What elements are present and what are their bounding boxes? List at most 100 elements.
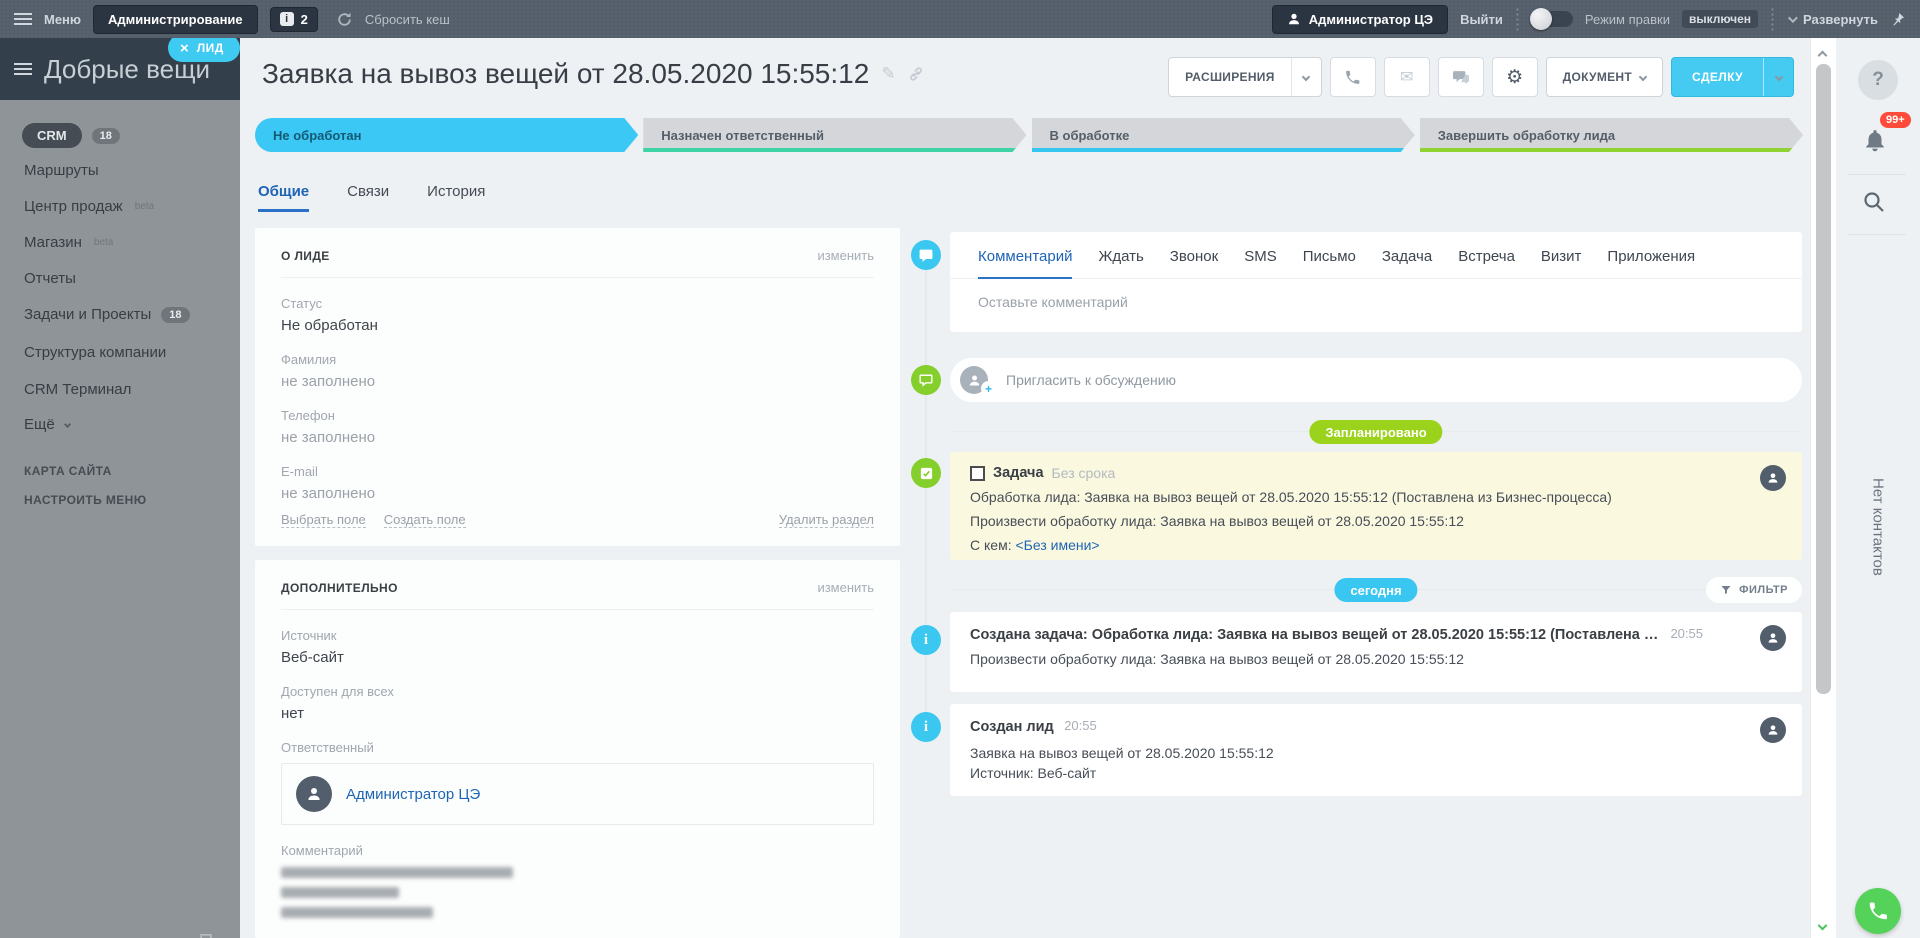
edit-section-link[interactable]: изменить bbox=[817, 580, 874, 595]
edit-section-link[interactable]: изменить bbox=[817, 248, 874, 263]
responsible-user-box[interactable]: Администратор ЦЭ bbox=[281, 763, 874, 825]
with-whom-link[interactable]: <Без имени> bbox=[1015, 537, 1099, 553]
document-button[interactable]: ДОКУМЕНТ bbox=[1546, 57, 1663, 97]
topbar: Меню Администрирование i 2 Сбросить кеш … bbox=[0, 0, 1920, 38]
history-time: 20:55 bbox=[1670, 626, 1703, 641]
field-value-lastname[interactable]: не заполнено bbox=[281, 373, 874, 390]
history-line: Заявка на вывоз вещей от 28.05.2020 15:5… bbox=[970, 745, 1782, 761]
responsible-user-link[interactable]: Администратор ЦЭ bbox=[346, 786, 480, 803]
logout-link[interactable]: Выйти bbox=[1460, 12, 1503, 27]
scroll-up-arrow[interactable] bbox=[1819, 46, 1826, 64]
edit-title-icon[interactable]: ✎ bbox=[881, 64, 895, 84]
scrollbar[interactable] bbox=[1810, 38, 1836, 938]
sidebar-item-sales-center[interactable]: Центр продажbeta bbox=[24, 198, 154, 215]
divider bbox=[1770, 7, 1776, 31]
tab-history[interactable]: История bbox=[427, 183, 485, 212]
history-title: Создан лид bbox=[970, 719, 1054, 735]
search-icon[interactable] bbox=[1862, 190, 1886, 214]
tl-tab-letter[interactable]: Письмо bbox=[1303, 248, 1356, 278]
sidebar-item-reports[interactable]: Отчеты bbox=[24, 270, 76, 287]
task-link[interactable]: Обработка лида: Заявка на вывоз вещей от… bbox=[970, 489, 1782, 505]
edit-mode-toggle[interactable] bbox=[1533, 11, 1573, 27]
field-value-source[interactable]: Веб-сайт bbox=[281, 649, 874, 666]
planned-badge: Запланировано bbox=[1309, 420, 1442, 444]
field-label: Источник bbox=[281, 628, 874, 643]
close-icon[interactable]: × bbox=[180, 41, 189, 56]
reset-cache-label[interactable]: Сбросить кеш bbox=[365, 12, 450, 27]
speech-bubble-icon bbox=[919, 374, 933, 387]
refresh-icon[interactable] bbox=[336, 11, 353, 28]
current-user-button[interactable]: Администратор ЦЭ bbox=[1272, 5, 1448, 34]
menu-label[interactable]: Меню bbox=[44, 12, 81, 27]
call-button[interactable] bbox=[1330, 57, 1376, 97]
field-value-email[interactable]: не заполнено bbox=[281, 485, 874, 502]
history-info-icon: i bbox=[911, 625, 941, 655]
chat-button[interactable] bbox=[1438, 57, 1484, 97]
sidebar-item-company-structure[interactable]: Структура компании bbox=[24, 344, 166, 361]
invite-to-discussion-input[interactable]: + Пригласить к обсуждению bbox=[950, 358, 1802, 402]
sidebar-item-routes[interactable]: Маршруты bbox=[24, 162, 99, 179]
create-field-link[interactable]: Создать поле bbox=[384, 512, 466, 528]
tl-tab-meeting[interactable]: Встреча bbox=[1458, 248, 1515, 278]
lead-slider-badge[interactable]: × лид bbox=[168, 34, 240, 62]
task-checkbox[interactable] bbox=[970, 466, 985, 481]
task-with-whom: С кем: <Без имени> bbox=[970, 537, 1782, 553]
email-button[interactable]: ✉ bbox=[1384, 57, 1430, 97]
sidebar-item-crm[interactable]: CRM 18 bbox=[22, 123, 120, 148]
field-label: Фамилия bbox=[281, 352, 874, 367]
delete-section-link[interactable]: Удалить раздел bbox=[779, 512, 874, 528]
comment-input[interactable]: Оставьте комментарий bbox=[950, 279, 1802, 328]
sidebar-item-shop[interactable]: Магазинbeta bbox=[24, 234, 113, 251]
call-action-button[interactable] bbox=[1855, 888, 1901, 934]
history-line: Источник: Веб-сайт bbox=[970, 765, 1782, 781]
today-separator: сегодня ФИЛЬТР bbox=[950, 578, 1802, 602]
tl-tab-sms[interactable]: SMS bbox=[1244, 248, 1277, 278]
stage-responsible-assigned[interactable]: Назначен ответственный bbox=[643, 118, 1026, 152]
scroll-down-arrow[interactable] bbox=[1819, 916, 1826, 934]
field-value-phone[interactable]: не заполнено bbox=[281, 429, 874, 446]
expand-control[interactable]: Развернуть bbox=[1788, 12, 1878, 27]
filter-button[interactable]: ФИЛЬТР bbox=[1706, 577, 1802, 603]
task-deadline: Без срока bbox=[1052, 465, 1116, 481]
copy-link-icon[interactable] bbox=[908, 66, 924, 82]
tl-tab-visit[interactable]: Визит bbox=[1541, 248, 1582, 278]
timeline-tabs: Комментарий Ждать Звонок SMS Письмо Зада… bbox=[950, 232, 1802, 279]
settings-button[interactable]: ⚙ bbox=[1492, 57, 1538, 97]
select-field-link[interactable]: Выбрать поле bbox=[281, 512, 366, 528]
sidebar-hamburger-icon[interactable] bbox=[14, 63, 32, 75]
invite-timeline-icon bbox=[911, 365, 941, 395]
tab-general[interactable]: Общие bbox=[258, 183, 309, 212]
tl-tab-wait[interactable]: Ждать bbox=[1098, 248, 1143, 278]
tl-tab-comment[interactable]: Комментарий bbox=[978, 248, 1072, 279]
scrollbar-thumb[interactable] bbox=[1816, 64, 1831, 694]
history-link[interactable]: Произвести обработку лида: Заявка на выв… bbox=[970, 651, 1782, 667]
tab-links[interactable]: Связи bbox=[347, 183, 389, 212]
stage-in-progress[interactable]: В обработке bbox=[1032, 118, 1415, 152]
bell-icon[interactable] bbox=[1862, 128, 1888, 154]
avatar bbox=[296, 776, 332, 812]
notifications-badge[interactable]: 99+ bbox=[1880, 112, 1911, 128]
extensions-button[interactable]: РАСШИРЕНИЯ bbox=[1168, 57, 1322, 97]
stage-not-processed[interactable]: Не обработан bbox=[255, 118, 638, 152]
printer-icon[interactable] bbox=[196, 934, 216, 938]
configure-menu-link[interactable]: НАСТРОИТЬ МЕНЮ bbox=[24, 493, 146, 507]
task-title[interactable]: Задача bbox=[993, 465, 1044, 481]
administration-button[interactable]: Администрирование bbox=[93, 5, 258, 34]
tl-tab-apps[interactable]: Приложения bbox=[1607, 248, 1695, 278]
stage-finish-processing[interactable]: Завершить обработку лида bbox=[1420, 118, 1803, 152]
add-user-avatar: + bbox=[960, 366, 992, 394]
help-button[interactable]: ? bbox=[1858, 60, 1898, 100]
pin-icon[interactable] bbox=[1890, 11, 1906, 27]
sidebar-item-tasks[interactable]: Задачи и Проекты 18 bbox=[24, 306, 190, 323]
field-value-available[interactable]: нет bbox=[281, 705, 874, 722]
field-value-status[interactable]: Не обработан bbox=[281, 317, 874, 334]
create-deal-button[interactable]: СДЕЛКУ bbox=[1671, 57, 1794, 97]
tl-tab-task[interactable]: Задача bbox=[1382, 248, 1432, 278]
divider bbox=[1515, 7, 1521, 31]
notifications-counter-button[interactable]: i 2 bbox=[270, 7, 318, 32]
menu-hamburger-icon[interactable] bbox=[14, 13, 32, 25]
sidebar-item-crm-terminal[interactable]: CRM Терминал bbox=[24, 381, 131, 398]
tl-tab-call[interactable]: Звонок bbox=[1170, 248, 1218, 278]
sidebar-item-more[interactable]: Ещё bbox=[24, 416, 70, 433]
sitemap-link[interactable]: КАРТА САЙТА bbox=[24, 464, 112, 478]
